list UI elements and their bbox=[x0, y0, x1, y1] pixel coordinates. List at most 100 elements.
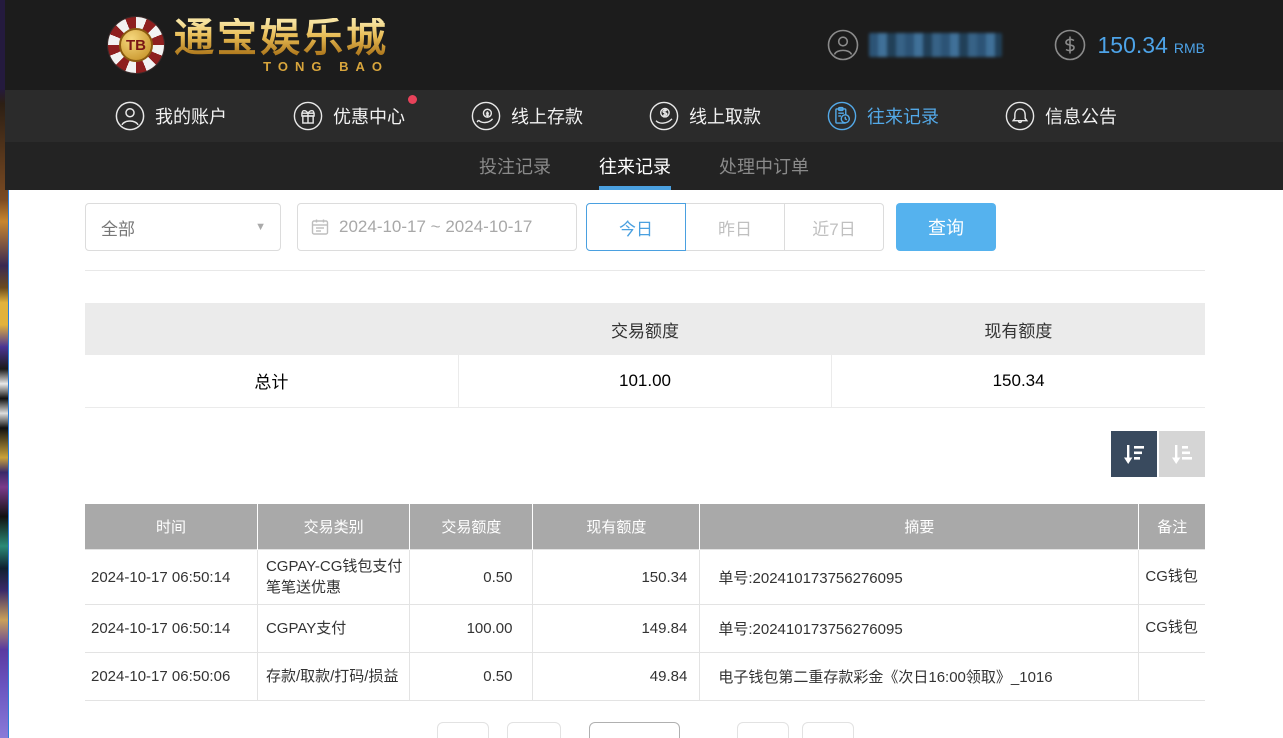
gift-icon bbox=[293, 101, 323, 131]
sort-ascending-icon bbox=[1169, 441, 1195, 467]
deposit-icon bbox=[471, 101, 501, 131]
last-7-days-button[interactable]: 近7日 bbox=[784, 203, 884, 251]
nav-label: 优惠中心 bbox=[333, 103, 405, 129]
summary-total-amount: 101.00 bbox=[458, 355, 831, 407]
cell-time: 2024-10-17 06:50:14 bbox=[85, 605, 257, 653]
sort-ascending-button[interactable] bbox=[1159, 431, 1205, 477]
site-logo[interactable]: TB 通宝娱乐城 TONG BAO bbox=[108, 17, 389, 73]
cell-note: CG钱包 bbox=[1139, 605, 1205, 653]
pagination bbox=[0, 722, 1283, 738]
sub-navigation: 投注记录 往来记录 处理中订单 bbox=[5, 142, 1283, 190]
tab-transaction-records[interactable]: 往来记录 bbox=[599, 142, 671, 190]
nav-item-transaction-records[interactable]: 往来记录 bbox=[827, 101, 939, 131]
table-row: 2024-10-17 06:50:14 CGPAY-CG钱包支付笔笔送优惠 0.… bbox=[85, 550, 1205, 605]
dollar-coin-icon bbox=[1054, 29, 1086, 61]
cell-summary: 单号:202410173756276095 bbox=[700, 550, 1139, 605]
pagination-button[interactable] bbox=[507, 722, 561, 738]
content-area: 全部 ▼ 2024-10-17 ~ 2024-10-17 今日 昨日 近7日 查… bbox=[9, 190, 1283, 738]
user-avatar-icon bbox=[827, 29, 859, 61]
nav-label: 我的账户 bbox=[155, 103, 227, 129]
cell-note bbox=[1139, 653, 1205, 701]
today-button[interactable]: 今日 bbox=[586, 203, 686, 251]
summary-total-label: 总计 bbox=[85, 355, 458, 407]
col-header-balance: 现有额度 bbox=[533, 504, 700, 550]
yesterday-button[interactable]: 昨日 bbox=[685, 203, 785, 251]
col-header-time: 时间 bbox=[85, 504, 257, 550]
nav-label: 线上存款 bbox=[511, 103, 583, 129]
divider bbox=[85, 270, 1205, 271]
balance-amount: 150.34 bbox=[1098, 32, 1168, 59]
col-header-note: 备注 bbox=[1139, 504, 1205, 550]
cell-category: CGPAY支付 bbox=[257, 605, 409, 653]
summary-total-row: 总计 101.00 150.34 bbox=[85, 355, 1205, 407]
cell-summary: 单号:202410173756276095 bbox=[700, 605, 1139, 653]
cell-amount: 100.00 bbox=[410, 605, 533, 653]
cell-time: 2024-10-17 06:50:06 bbox=[85, 653, 257, 701]
tab-betting-records[interactable]: 投注记录 bbox=[479, 142, 551, 190]
balance-group[interactable]: 150.34 RMB bbox=[1054, 29, 1205, 61]
pagination-button[interactable] bbox=[802, 722, 854, 738]
poker-chip-icon: TB bbox=[108, 17, 164, 73]
cell-balance: 149.84 bbox=[533, 605, 700, 653]
nav-item-withdraw[interactable]: 线上取款 bbox=[649, 101, 761, 131]
cell-summary: 电子钱包第二重存款彩金《次日16:00领取》_1016 bbox=[700, 653, 1139, 701]
nav-item-announcements[interactable]: 信息公告 bbox=[1005, 101, 1117, 131]
page: TB 通宝娱乐城 TONG BAO 150.34 RMB bbox=[0, 0, 1283, 738]
table-row: 2024-10-17 06:50:06 存款/取款/打码/损益 0.50 49.… bbox=[85, 653, 1205, 701]
nav-label: 信息公告 bbox=[1045, 103, 1117, 129]
quick-date-group: 今日 昨日 近7日 bbox=[586, 203, 884, 251]
pagination-button[interactable] bbox=[437, 722, 489, 738]
sort-descending-icon bbox=[1121, 441, 1147, 467]
cell-balance: 49.84 bbox=[533, 653, 700, 701]
logo-subtitle: TONG BAO bbox=[174, 60, 389, 73]
col-header-summary: 摘要 bbox=[700, 504, 1139, 550]
type-select[interactable]: 全部 ▼ bbox=[85, 203, 281, 251]
calendar-icon bbox=[310, 217, 330, 237]
nav-item-promotions[interactable]: 优惠中心 bbox=[293, 101, 405, 131]
table-row: 2024-10-17 06:50:14 CGPAY支付 100.00 149.8… bbox=[85, 605, 1205, 653]
tab-pending-orders[interactable]: 处理中订单 bbox=[719, 142, 809, 190]
sort-descending-button[interactable] bbox=[1111, 431, 1157, 477]
nav-label: 线上取款 bbox=[689, 103, 761, 129]
cell-category: 存款/取款/打码/损益 bbox=[257, 653, 409, 701]
main-navigation: 我的账户 优惠中心 线上存款 线上取款 bbox=[5, 90, 1283, 142]
summary-header-balance: 现有额度 bbox=[832, 303, 1205, 355]
top-header: TB 通宝娱乐城 TONG BAO 150.34 RMB bbox=[5, 0, 1283, 90]
cell-amount: 0.50 bbox=[410, 550, 533, 605]
bell-icon bbox=[1005, 101, 1035, 131]
pagination-page-select[interactable] bbox=[589, 722, 680, 738]
summary-total-balance: 150.34 bbox=[832, 355, 1205, 407]
summary-header-row: 交易额度 现有额度 bbox=[85, 303, 1205, 355]
user-area: 150.34 RMB bbox=[827, 29, 1205, 61]
nav-item-deposit[interactable]: 线上存款 bbox=[471, 101, 583, 131]
search-button[interactable]: 查询 bbox=[896, 203, 996, 251]
summary-table: 交易额度 现有额度 总计 101.00 150.34 bbox=[85, 303, 1205, 408]
notification-dot-badge bbox=[408, 95, 417, 104]
user-icon bbox=[115, 101, 145, 131]
withdraw-icon bbox=[649, 101, 679, 131]
chevron-down-icon: ▼ bbox=[255, 221, 266, 233]
cell-category: CGPAY-CG钱包支付笔笔送优惠 bbox=[257, 550, 409, 605]
records-table: 时间 交易类别 交易额度 现有额度 摘要 备注 2024-10-17 06:50… bbox=[85, 504, 1205, 702]
cell-amount: 0.50 bbox=[410, 653, 533, 701]
nav-item-my-account[interactable]: 我的账户 bbox=[115, 101, 227, 131]
type-select-value: 全部 bbox=[101, 215, 135, 240]
balance-currency: RMB bbox=[1174, 40, 1205, 56]
pagination-button[interactable] bbox=[737, 722, 789, 738]
sort-controls bbox=[85, 431, 1205, 477]
summary-header-empty bbox=[85, 303, 458, 355]
col-header-category: 交易类别 bbox=[257, 504, 409, 550]
records-icon bbox=[827, 101, 857, 131]
cell-time: 2024-10-17 06:50:14 bbox=[85, 550, 257, 605]
date-range-value: 2024-10-17 ~ 2024-10-17 bbox=[339, 217, 532, 237]
summary-header-amount: 交易额度 bbox=[458, 303, 831, 355]
chip-tb-monogram: TB bbox=[119, 28, 153, 62]
username-blurred[interactable] bbox=[869, 33, 1002, 57]
filter-row: 全部 ▼ 2024-10-17 ~ 2024-10-17 今日 昨日 近7日 查… bbox=[85, 203, 1205, 251]
date-range-input[interactable]: 2024-10-17 ~ 2024-10-17 bbox=[297, 203, 577, 251]
cell-balance: 150.34 bbox=[533, 550, 700, 605]
nav-label: 往来记录 bbox=[867, 103, 939, 129]
logo-title: 通宝娱乐城 bbox=[174, 18, 389, 58]
col-header-amount: 交易额度 bbox=[410, 504, 533, 550]
records-header-row: 时间 交易类别 交易额度 现有额度 摘要 备注 bbox=[85, 504, 1205, 550]
